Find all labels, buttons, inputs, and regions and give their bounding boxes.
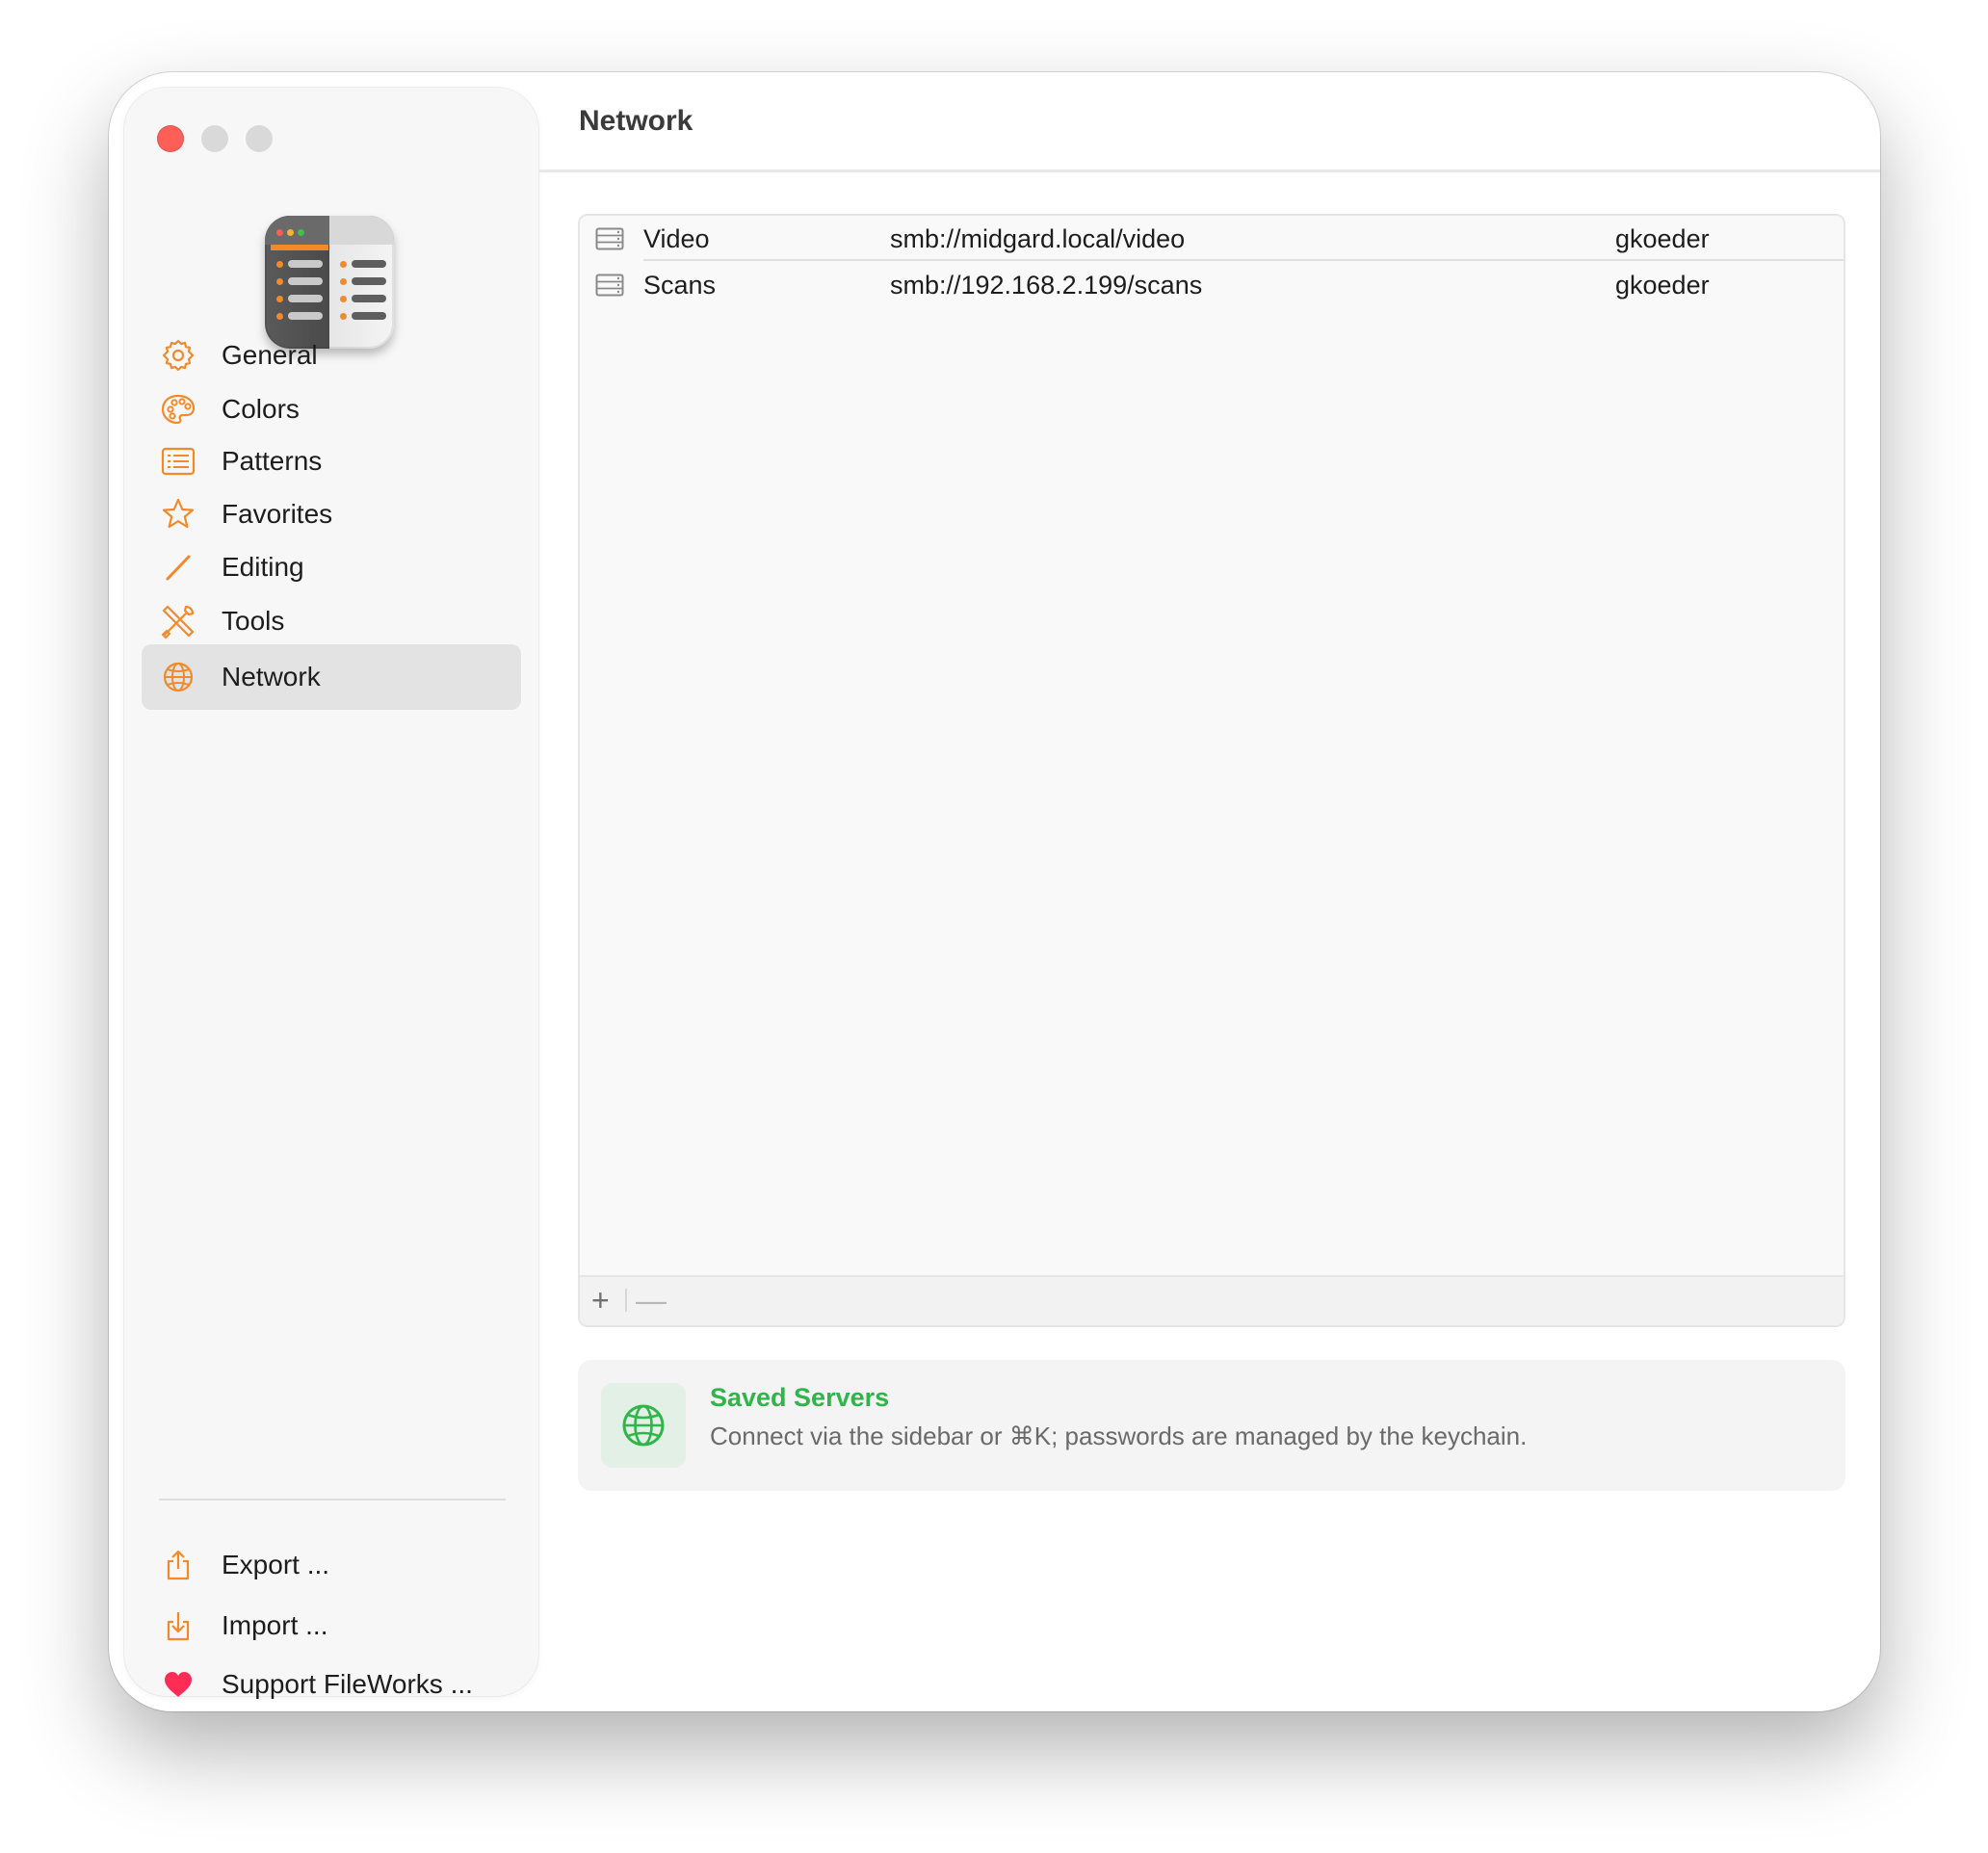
info-panel: Saved Servers Connect via the sidebar or… (578, 1360, 1845, 1491)
import-button[interactable]: Import ... (142, 1593, 521, 1658)
export-label: Export ... (222, 1550, 330, 1579)
sidebar-item-label: Patterns (222, 446, 323, 476)
page-title: Network (579, 105, 693, 137)
remove-server-button[interactable]: — (636, 1283, 667, 1318)
star-icon (159, 495, 197, 534)
info-title: Saved Servers (710, 1383, 890, 1412)
sidebar-item-label: Tools (222, 606, 285, 636)
tools-icon (159, 602, 197, 640)
sidebar-item-label: Editing (222, 552, 304, 582)
sidebar-item-label: Favorites (222, 499, 333, 529)
server-user: gkoeder (1615, 271, 1710, 300)
info-text: Connect via the sidebar or ⌘K; passwords… (710, 1422, 1528, 1450)
server-name: Video (643, 224, 710, 253)
minimize-window-button[interactable] (201, 125, 228, 152)
table-footer: + — (580, 1275, 1844, 1325)
title-divider (538, 170, 1880, 172)
list-rect-icon (159, 442, 197, 481)
server-icon (595, 227, 624, 250)
sidebar-item-network[interactable]: Network (142, 644, 521, 710)
gear-icon (159, 336, 197, 375)
table-row[interactable]: Video smb://midgard.local/video gkoeder (580, 216, 1844, 262)
globe-icon (159, 658, 197, 696)
support-button[interactable]: Support FileWorks ... (142, 1652, 521, 1711)
footer-divider (625, 1289, 627, 1312)
servers-table: Video smb://midgard.local/video gkoeder … (578, 214, 1845, 1327)
heart-icon (159, 1665, 197, 1704)
close-window-button[interactable] (157, 125, 184, 152)
server-name: Scans (643, 271, 717, 300)
support-label: Support FileWorks ... (222, 1669, 473, 1699)
export-button[interactable]: Export ... (142, 1532, 521, 1598)
palette-icon (159, 390, 197, 429)
server-url: smb://192.168.2.199/scans (890, 271, 1203, 300)
sidebar-divider (159, 1499, 506, 1501)
server-user: gkoeder (1615, 224, 1710, 253)
import-icon (159, 1606, 197, 1645)
server-icon (595, 274, 624, 297)
sidebar-item-label: Colors (222, 394, 300, 424)
pencil-icon (159, 548, 197, 587)
settings-window: General Colors Patterns Favorites Editin… (109, 72, 1880, 1711)
globe-icon (601, 1383, 686, 1468)
share-icon (159, 1546, 197, 1584)
table-row[interactable]: Scans smb://192.168.2.199/scans gkoeder (580, 262, 1844, 308)
zoom-window-button[interactable] (246, 125, 273, 152)
sidebar: General Colors Patterns Favorites Editin… (124, 88, 538, 1699)
row-divider (643, 259, 1844, 261)
sidebar-item-label: Network (222, 662, 321, 692)
sidebar-item-label: General (222, 340, 318, 370)
import-label: Import ... (222, 1610, 328, 1640)
main-content: Network Video smb://midgard.local/video … (538, 72, 1880, 1711)
add-server-button[interactable]: + (591, 1283, 610, 1318)
server-url: smb://midgard.local/video (890, 224, 1186, 253)
